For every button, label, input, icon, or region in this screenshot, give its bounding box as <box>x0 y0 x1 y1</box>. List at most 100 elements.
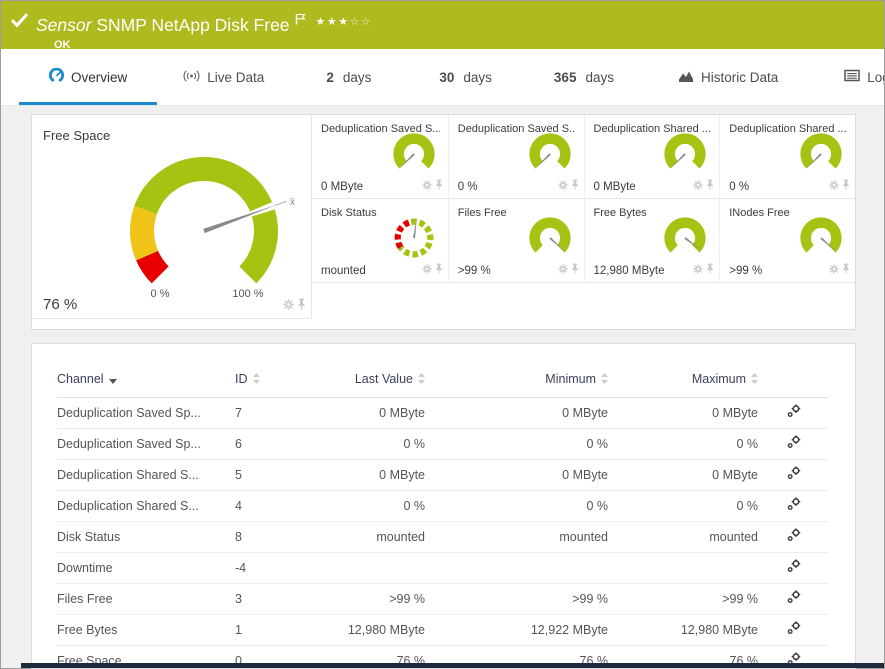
cell-maximum: 0 % <box>608 429 758 460</box>
channel-settings-icon[interactable] <box>787 559 801 576</box>
tab-log[interactable]: Log <box>830 49 884 105</box>
object-type-label: Sensor <box>36 15 91 35</box>
cell-last-value: 12,980 MByte <box>307 615 425 646</box>
cell-channel: Downtime <box>57 553 235 584</box>
panel-gear-icon[interactable] <box>283 297 294 315</box>
channel-gauge-panel[interactable]: Deduplication Shared ... 0 % <box>719 115 855 199</box>
pin-icon[interactable] <box>297 297 306 315</box>
channel-table: Channel ID Last Value Minimum Maximum De… <box>57 364 829 669</box>
star-filled-icon[interactable]: ★ <box>327 16 338 28</box>
cell-channel: Deduplication Shared S... <box>57 460 235 491</box>
channel-gauge-value: >99 % <box>458 265 491 277</box>
channel-gauge-panel[interactable]: Free Bytes 12,980 MByte <box>584 199 720 283</box>
channel-settings-icon[interactable] <box>787 435 801 452</box>
star-empty-icon[interactable]: ☆ <box>361 16 372 28</box>
channel-gauge-value: mounted <box>321 265 366 277</box>
table-row: Deduplication Shared S... 4 0 % 0 % 0 % <box>57 491 829 522</box>
pin-icon[interactable] <box>435 261 443 279</box>
cell-id: 6 <box>235 429 307 460</box>
channel-settings-icon[interactable] <box>787 528 801 545</box>
tab-overview[interactable]: Overview <box>19 49 157 105</box>
tab-live-data[interactable]: Live Data <box>169 49 278 105</box>
cell-maximum <box>608 553 758 584</box>
cell-last-value: 0 MByte <box>307 398 425 429</box>
sort-desc-icon <box>109 373 117 387</box>
panel-gear-icon[interactable] <box>558 261 568 279</box>
cell-minimum: 0 % <box>425 429 608 460</box>
table-row: Downtime -4 <box>57 553 829 584</box>
col-header-id[interactable]: ID <box>235 364 307 398</box>
panel-gear-icon[interactable] <box>829 261 839 279</box>
cell-minimum: mounted <box>425 522 608 553</box>
cell-channel: Deduplication Saved Sp... <box>57 429 235 460</box>
sort-both-icon <box>601 373 608 387</box>
table-row: Disk Status 8 mounted mounted mounted <box>57 522 829 553</box>
channel-gauge-panel[interactable]: INodes Free >99 % <box>719 199 855 283</box>
channel-settings-icon[interactable] <box>787 404 801 421</box>
cell-id: 1 <box>235 615 307 646</box>
cell-channel: Disk Status <box>57 522 235 553</box>
pin-icon[interactable] <box>842 177 850 195</box>
channel-gauge-panel[interactable]: Files Free >99 % <box>448 199 584 283</box>
col-header-last-value[interactable]: Last Value <box>307 364 425 398</box>
pin-icon[interactable] <box>842 261 850 279</box>
pin-icon[interactable] <box>571 261 579 279</box>
cell-last-value: mounted <box>307 522 425 553</box>
gauge-icon <box>49 68 64 86</box>
page-title: Sensor SNMP NetApp Disk Free★★★☆☆ <box>36 8 372 36</box>
flag-icon[interactable] <box>295 9 306 29</box>
cell-id: 7 <box>235 398 307 429</box>
col-header-channel[interactable]: Channel <box>57 364 235 398</box>
channel-gauge <box>656 130 714 178</box>
channel-gauge-panel[interactable]: Deduplication Saved S... 0 % <box>448 115 584 199</box>
channel-settings-icon[interactable] <box>787 497 801 514</box>
panel-gear-icon[interactable] <box>422 177 432 195</box>
channel-gauge <box>385 214 443 262</box>
sensor-header: Sensor SNMP NetApp Disk Free★★★☆☆ OK <box>1 1 884 49</box>
pin-icon[interactable] <box>435 177 443 195</box>
col-header-maximum[interactable]: Maximum <box>608 364 758 398</box>
free-space-gauge: x̄ 0 % 100 % <box>104 139 304 305</box>
channel-gauge <box>385 130 443 178</box>
tab-bar: Overview Live Data 2days 30days 365days … <box>1 49 884 106</box>
channel-settings-icon[interactable] <box>787 466 801 483</box>
sensor-name: SNMP NetApp Disk Free <box>96 15 289 35</box>
pin-icon[interactable] <box>706 261 714 279</box>
panel-gear-icon[interactable] <box>558 177 568 195</box>
panel-gear-icon[interactable] <box>693 261 703 279</box>
channel-gauge-panel[interactable]: Deduplication Saved S... 0 MByte <box>312 115 448 199</box>
cell-minimum: 0 MByte <box>425 460 608 491</box>
cell-minimum: 0 MByte <box>425 398 608 429</box>
channel-settings-icon[interactable] <box>787 621 801 638</box>
cell-minimum: >99 % <box>425 584 608 615</box>
primary-channel-panel[interactable]: Free Space x̄ 0 % 100 % 76 % <box>32 115 312 319</box>
area-chart-icon <box>678 69 694 86</box>
tab-historic-data[interactable]: Historic Data <box>664 49 792 105</box>
channel-gauge-panel[interactable]: Disk Status mounted <box>312 199 448 283</box>
channel-gauge-panel[interactable]: Deduplication Shared ... 0 MByte <box>584 115 720 199</box>
cell-channel: Deduplication Shared S... <box>57 491 235 522</box>
panel-gear-icon[interactable] <box>829 177 839 195</box>
tab-365-days[interactable]: 365days <box>540 49 628 105</box>
channel-settings-icon[interactable] <box>787 590 801 607</box>
col-header-minimum[interactable]: Minimum <box>425 364 608 398</box>
table-row: Files Free 3 >99 % >99 % >99 % <box>57 584 829 615</box>
cell-maximum: 0 % <box>608 491 758 522</box>
star-filled-icon[interactable]: ★ <box>338 16 349 28</box>
star-filled-icon[interactable]: ★ <box>316 16 327 28</box>
cell-last-value: >99 % <box>307 584 425 615</box>
tab-30-days[interactable]: 30days <box>425 49 506 105</box>
pin-icon[interactable] <box>706 177 714 195</box>
channel-table-card: Channel ID Last Value Minimum Maximum De… <box>31 343 856 669</box>
panel-gear-icon[interactable] <box>422 261 432 279</box>
pin-icon[interactable] <box>571 177 579 195</box>
table-row: Free Bytes 1 12,980 MByte 12,922 MByte 1… <box>57 615 829 646</box>
sort-both-icon <box>418 373 425 387</box>
panel-gear-icon[interactable] <box>693 177 703 195</box>
star-empty-icon[interactable]: ☆ <box>350 16 361 28</box>
table-row: Deduplication Shared S... 5 0 MByte 0 MB… <box>57 460 829 491</box>
tab-2-days[interactable]: 2days <box>312 49 385 105</box>
cell-channel: Files Free <box>57 584 235 615</box>
priority-stars[interactable]: ★★★☆☆ <box>316 16 373 28</box>
cell-id: 8 <box>235 522 307 553</box>
